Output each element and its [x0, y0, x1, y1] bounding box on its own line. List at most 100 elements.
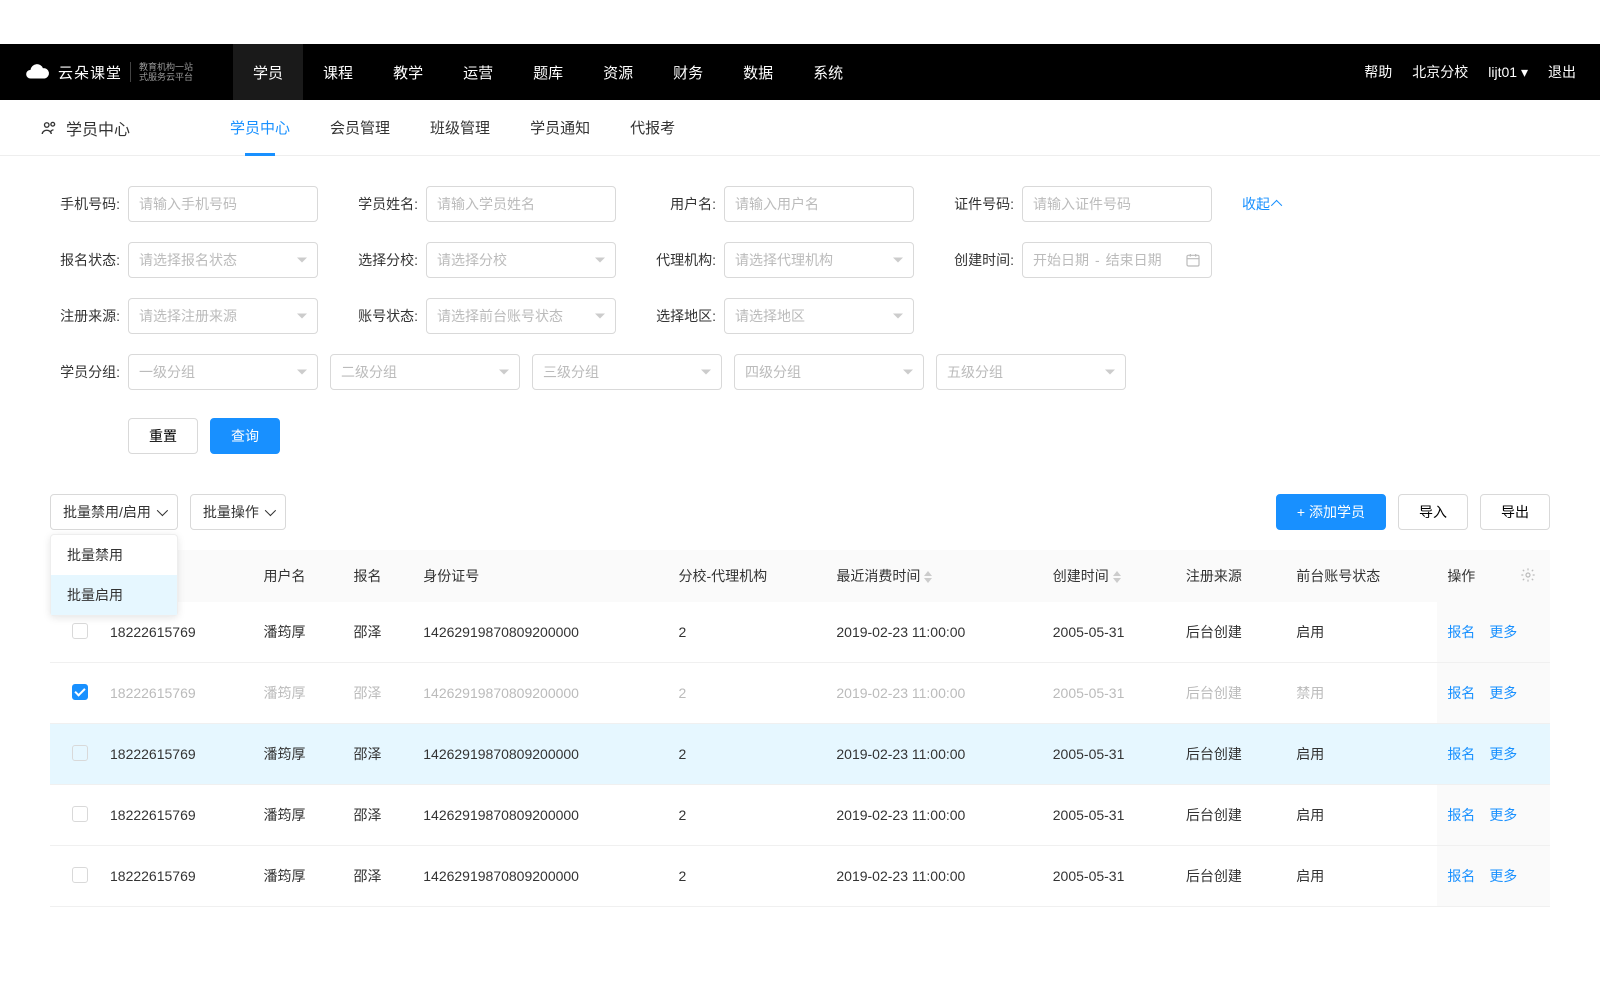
toolbar: 批量禁用/启用 批量操作 批量禁用 批量启用 + 添加学员 导入 导出	[50, 494, 1550, 530]
group-select[interactable]: 二级分组	[330, 354, 520, 390]
more-link[interactable]: 更多	[1489, 683, 1517, 703]
batch-enable-item[interactable]: 批量启用	[51, 575, 177, 615]
batch-ops-dropdown[interactable]: 批量操作	[190, 494, 286, 530]
brand-subtitle: 教育机构一站式服务云平台	[130, 62, 193, 82]
cell-enroll: 邵泽	[344, 663, 414, 724]
logout-link[interactable]: 退出	[1548, 62, 1576, 82]
cell-phone: 18222615769	[100, 846, 253, 907]
more-link[interactable]: 更多	[1489, 866, 1517, 886]
tab-学员中心[interactable]: 学员中心	[230, 100, 290, 156]
nav-教学[interactable]: 教学	[373, 44, 443, 100]
tab-学员通知[interactable]: 学员通知	[530, 100, 590, 156]
col-reg-source: 注册来源	[1176, 550, 1286, 602]
reset-button[interactable]: 重置	[128, 418, 198, 454]
col-username: 用户名	[253, 550, 343, 602]
cell-username: 潘筠厚	[253, 602, 343, 663]
agent-select[interactable]: 请选择代理机构	[724, 242, 914, 278]
row-checkbox[interactable]	[72, 867, 88, 883]
help-link[interactable]: 帮助	[1364, 62, 1392, 82]
reg-source-select[interactable]: 请选择注册来源	[128, 298, 318, 334]
import-button[interactable]: 导入	[1398, 494, 1468, 530]
nav-运营[interactable]: 运营	[443, 44, 513, 100]
col-last-spend[interactable]: 最近消费时间	[826, 550, 1042, 602]
tab-代报考[interactable]: 代报考	[630, 100, 675, 156]
enroll-status-select[interactable]: 请选择报名状态	[128, 242, 318, 278]
group-select[interactable]: 一级分组	[128, 354, 318, 390]
cell-enroll: 邵泽	[344, 724, 414, 785]
cell-branch: 2	[669, 846, 827, 907]
tab-会员管理[interactable]: 会员管理	[330, 100, 390, 156]
logo: 云朵课堂 教育机构一站式服务云平台	[24, 59, 193, 85]
calendar-icon	[1185, 252, 1201, 268]
content: 手机号码 学员姓名 用户名 证件号码 收起 报名状态请选择报名状态 选择分校请选…	[0, 156, 1600, 937]
branch-label: 选择分校	[348, 250, 418, 270]
more-link[interactable]: 更多	[1489, 622, 1517, 642]
cell-last-spend: 2019-02-23 11:00:00	[826, 846, 1042, 907]
cell-account-status: 启用	[1286, 602, 1437, 663]
nav-题库[interactable]: 题库	[513, 44, 583, 100]
region-label: 选择地区	[646, 306, 716, 326]
col-account-status: 前台账号状态	[1286, 550, 1437, 602]
tab-班级管理[interactable]: 班级管理	[430, 100, 490, 156]
chevron-down-icon	[157, 505, 168, 516]
export-button[interactable]: 导出	[1480, 494, 1550, 530]
account-status-select[interactable]: 请选择前台账号状态	[426, 298, 616, 334]
more-link[interactable]: 更多	[1489, 744, 1517, 764]
col-enroll: 报名	[344, 550, 414, 602]
enroll-link[interactable]: 报名	[1447, 866, 1475, 886]
group-select[interactable]: 五级分组	[936, 354, 1126, 390]
enroll-link[interactable]: 报名	[1447, 744, 1475, 764]
row-checkbox[interactable]	[72, 623, 88, 639]
cell-account-status: 启用	[1286, 785, 1437, 846]
cell-username: 潘筠厚	[253, 724, 343, 785]
phone-label: 手机号码	[50, 194, 120, 214]
cell-phone: 18222615769	[100, 663, 253, 724]
idcard-input[interactable]	[1022, 186, 1212, 222]
table-row: 18222615769潘筠厚邵泽142629198708092000002201…	[50, 602, 1550, 663]
enroll-link[interactable]: 报名	[1447, 805, 1475, 825]
row-checkbox[interactable]	[72, 745, 88, 761]
user-menu[interactable]: lijt01 ▾	[1488, 64, 1528, 81]
nav-学员[interactable]: 学员	[233, 44, 303, 100]
nav-课程[interactable]: 课程	[303, 44, 373, 100]
phone-input[interactable]	[128, 186, 318, 222]
cell-last-spend: 2019-02-23 11:00:00	[826, 724, 1042, 785]
cell-reg-source: 后台创建	[1176, 663, 1286, 724]
username-input[interactable]	[724, 186, 914, 222]
region-select[interactable]: 请选择地区	[724, 298, 914, 334]
nav-资源[interactable]: 资源	[583, 44, 653, 100]
row-checkbox[interactable]	[72, 684, 88, 700]
filter-panel: 手机号码 学员姓名 用户名 证件号码 收起 报名状态请选择报名状态 选择分校请选…	[50, 186, 1550, 454]
add-student-button[interactable]: + 添加学员	[1276, 494, 1386, 530]
cell-branch: 2	[669, 724, 827, 785]
cell-account-status: 启用	[1286, 846, 1437, 907]
group-select[interactable]: 三级分组	[532, 354, 722, 390]
nav-数据[interactable]: 数据	[723, 44, 793, 100]
cell-enroll: 邵泽	[344, 785, 414, 846]
username-label: 用户名	[646, 194, 716, 214]
page-title: 学员中心	[40, 116, 130, 140]
cell-enroll: 邵泽	[344, 846, 414, 907]
search-button[interactable]: 查询	[210, 418, 280, 454]
batch-toggle-dropdown[interactable]: 批量禁用/启用	[50, 494, 178, 530]
col-create-time[interactable]: 创建时间	[1043, 550, 1176, 602]
gear-icon[interactable]	[1520, 567, 1536, 583]
group-select[interactable]: 四级分组	[734, 354, 924, 390]
cell-create-time: 2005-05-31	[1043, 785, 1176, 846]
branch-select[interactable]: 请选择分校	[426, 242, 616, 278]
table-row: 18222615769潘筠厚邵泽142629198708092000002201…	[50, 724, 1550, 785]
collapse-toggle[interactable]: 收起	[1242, 194, 1282, 214]
nav-系统[interactable]: 系统	[793, 44, 863, 100]
nav-right: 帮助 北京分校 lijt01 ▾ 退出	[1364, 62, 1576, 82]
batch-disable-item[interactable]: 批量禁用	[51, 535, 177, 575]
branch-link[interactable]: 北京分校	[1412, 62, 1468, 82]
name-input[interactable]	[426, 186, 616, 222]
enroll-link[interactable]: 报名	[1447, 622, 1475, 642]
table-row: 18222615769潘筠厚邵泽142629198708092000002201…	[50, 846, 1550, 907]
create-time-range[interactable]: 开始日期 - 结束日期	[1022, 242, 1212, 278]
enroll-link[interactable]: 报名	[1447, 683, 1475, 703]
nav-财务[interactable]: 财务	[653, 44, 723, 100]
col-idnum: 身份证号	[413, 550, 668, 602]
more-link[interactable]: 更多	[1489, 805, 1517, 825]
row-checkbox[interactable]	[72, 806, 88, 822]
